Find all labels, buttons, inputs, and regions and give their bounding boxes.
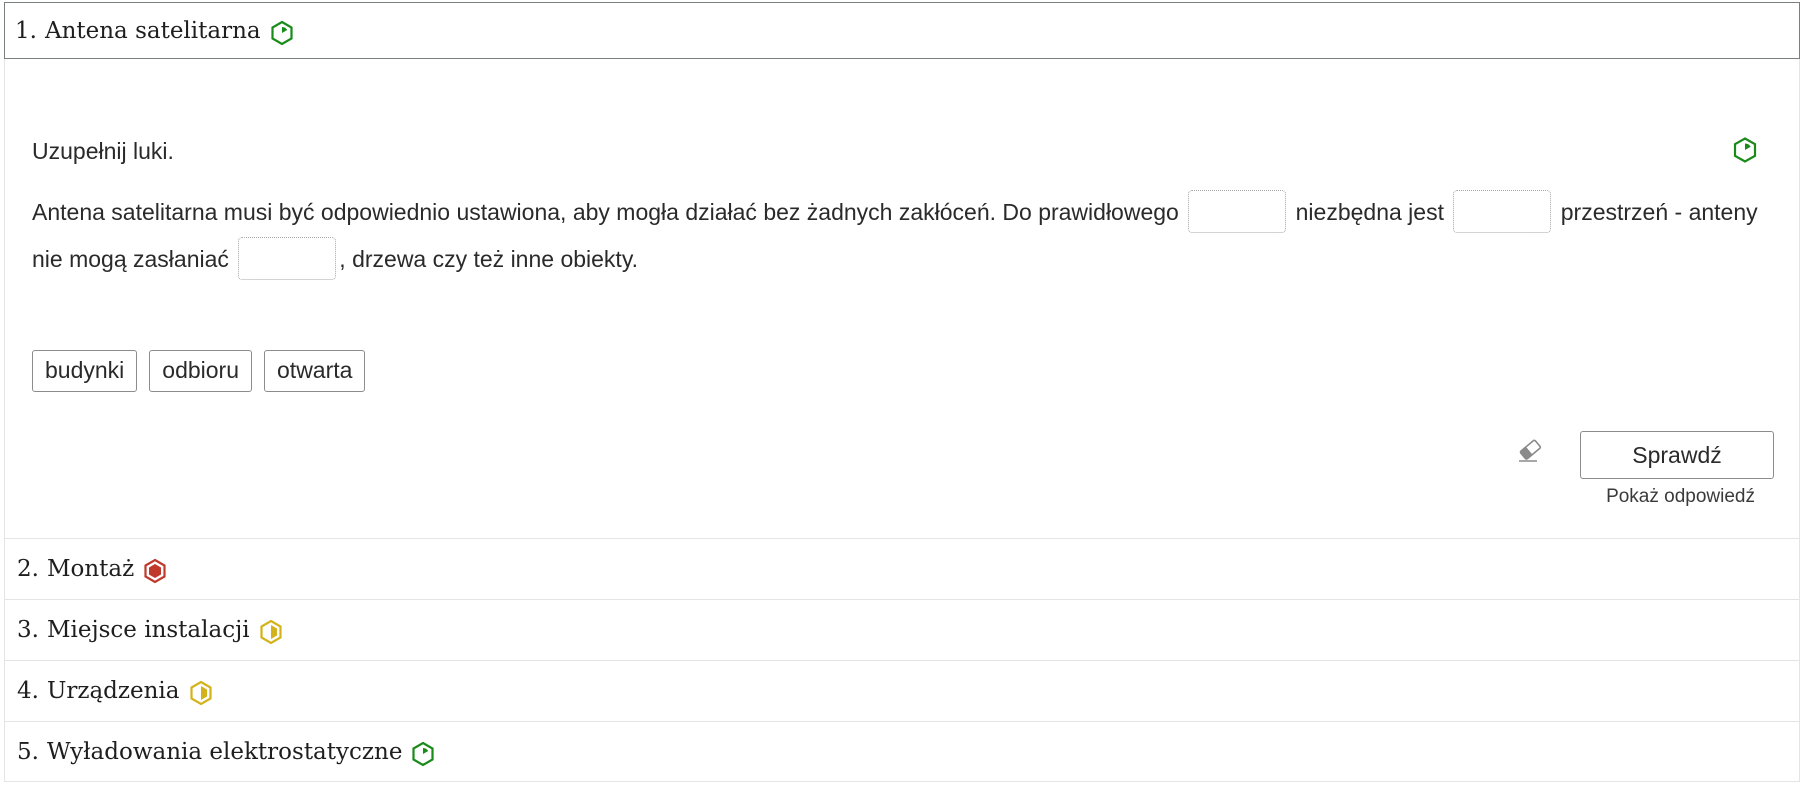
section-header-1[interactable]: 1. Antena satelitarna xyxy=(4,2,1800,59)
section-title: Wyładowania elektrostatyczne xyxy=(46,738,403,765)
text-fragment: niezbędna jest xyxy=(1295,199,1444,225)
half-hexagon-icon xyxy=(258,619,284,645)
section-title: Antena satelitarna xyxy=(44,17,261,44)
section-header-3[interactable]: 3. Miejsce instalacji xyxy=(4,599,1800,660)
answer-chip[interactable]: budynki xyxy=(32,350,138,392)
gap-field-1[interactable] xyxy=(1188,190,1287,234)
section-title: Montaż xyxy=(46,556,135,582)
check-button[interactable]: Sprawdź xyxy=(1580,431,1774,479)
show-answer-link[interactable]: Pokaż odpowiedź xyxy=(1606,486,1755,508)
answer-chips: budynki odbioru otwarta xyxy=(32,350,366,392)
text-fragment: , drzewa czy też inne obiekty. xyxy=(339,246,639,272)
play-hexagon-icon xyxy=(269,20,295,46)
section-number: 1. xyxy=(15,17,37,44)
section-number: 3. xyxy=(17,617,39,643)
section-header-5[interactable]: 5. Wyładowania elektrostatyczne xyxy=(4,721,1800,782)
play-hexagon-icon xyxy=(410,741,436,767)
section-header-2[interactable]: 2. Montaż xyxy=(4,538,1800,599)
half-hexagon-icon xyxy=(188,680,214,706)
gap-field-2[interactable] xyxy=(1453,190,1552,234)
eraser-icon[interactable] xyxy=(1515,435,1545,465)
section-number: 5. xyxy=(17,738,39,765)
filled-hexagon-icon xyxy=(142,558,168,584)
section-title: Urządzenia xyxy=(46,678,180,704)
section-title: Miejsce instalacji xyxy=(46,617,250,643)
lesson-accordion: 1. Antena satelitarna Uzupełnij luki. An… xyxy=(4,2,1800,782)
exercise-instruction: Uzupełnij luki. xyxy=(32,138,174,164)
gap-field-3[interactable] xyxy=(238,237,337,281)
section-number: 4. xyxy=(17,678,39,704)
text-fragment: Antena satelitarna musi być odpowiednio … xyxy=(32,199,1179,225)
exercise-text: Antena satelitarna musi być odpowiednio … xyxy=(32,189,1772,283)
section-number: 2. xyxy=(17,556,39,582)
section-header-4[interactable]: 4. Urządzenia xyxy=(4,660,1800,721)
answer-chip[interactable]: otwarta xyxy=(264,350,366,392)
answer-chip[interactable]: odbioru xyxy=(149,350,253,392)
section-panel-1: Uzupełnij luki. Antena satelitarna musi … xyxy=(4,59,1800,538)
play-hexagon-icon xyxy=(1733,137,1757,163)
